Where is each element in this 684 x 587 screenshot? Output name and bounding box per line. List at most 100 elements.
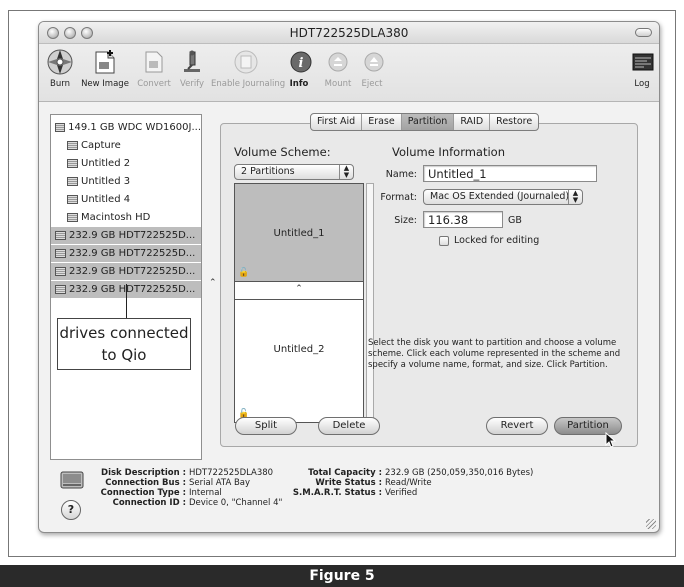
volume-name-field[interactable]: Untitled_1 xyxy=(423,165,597,182)
annotation-line xyxy=(126,284,127,318)
smart-status-value: Verified xyxy=(385,488,418,498)
size-unit: GB xyxy=(508,215,522,226)
mouse-cursor-icon xyxy=(605,432,617,448)
format-label: Format: xyxy=(380,192,417,203)
mount-icon xyxy=(324,48,352,76)
toolbar-enable-journaling-button[interactable]: Enable Journaling xyxy=(211,48,285,89)
volume-item-label: Capture xyxy=(81,140,121,151)
volume-resize-handle[interactable]: ⌃ xyxy=(235,284,363,296)
toolbar-log-label: Log xyxy=(634,79,650,89)
volume-item[interactable]: Macintosh HD xyxy=(51,209,201,226)
svg-text:i: i xyxy=(299,56,304,71)
enable-journaling-icon xyxy=(232,48,260,76)
hard-disk-icon xyxy=(55,285,66,294)
eject-icon xyxy=(360,48,388,76)
toolbar-toggle-button[interactable] xyxy=(635,28,652,37)
toolbar-convert-label: Convert xyxy=(137,79,171,89)
volume-icon xyxy=(67,159,78,168)
toolbar-new-image-button[interactable]: New Image xyxy=(79,48,131,89)
tab-first-aid[interactable]: First Aid xyxy=(311,114,363,130)
hard-disk-icon xyxy=(55,123,66,132)
toolbar-verify-button[interactable]: Verify xyxy=(177,48,207,89)
hard-disk-icon xyxy=(55,249,66,258)
total-capacity-value: 232.9 GB (250,059,350,016 Bytes) xyxy=(385,468,534,478)
hard-disk-icon xyxy=(55,267,66,276)
size-field[interactable]: 116.38 xyxy=(423,211,503,228)
toolbar-mount-label: Mount xyxy=(324,79,352,89)
updown-arrows-icon: ▲ ▼ xyxy=(568,190,582,204)
disk-utility-window: HDT722525DLA380 Burn New Image Convert V… xyxy=(38,21,660,533)
revert-button[interactable]: Revert xyxy=(486,417,548,435)
partition-help-text: Select the disk you want to partition an… xyxy=(368,338,621,370)
toolbar-mount-button[interactable]: Mount xyxy=(324,48,352,89)
toolbar-log-button[interactable]: Log xyxy=(629,48,655,89)
toolbar-eject-button[interactable]: Eject xyxy=(360,48,384,89)
lock-icon: 🔓 xyxy=(238,268,250,278)
delete-button[interactable]: Delete xyxy=(318,417,380,435)
burn-icon xyxy=(46,48,74,76)
volume-scheme-label: Volume Scheme: xyxy=(234,145,331,159)
drive-item-label: 232.9 GB HDT722525D... xyxy=(69,284,196,295)
split-button[interactable]: Split xyxy=(235,417,297,435)
volume-block-1[interactable]: Untitled_1 🔓 xyxy=(235,184,363,282)
toolbar: Burn New Image Convert Verify Enable Jou… xyxy=(39,44,659,102)
size-label: Size: xyxy=(394,215,417,226)
tab-raid[interactable]: RAID xyxy=(454,114,491,130)
window-title: HDT722525DLA380 xyxy=(289,26,409,40)
toolbar-verify-label: Verify xyxy=(179,79,205,89)
volume-block-2[interactable]: Untitled_2 🔓 xyxy=(235,299,363,422)
toolbar-burn-button[interactable]: Burn xyxy=(45,48,75,89)
volume-item-label: Untitled 4 xyxy=(81,194,131,205)
write-status-value: Read/Write xyxy=(385,478,432,488)
smart-status-key: S.M.A.R.T. Status : xyxy=(292,488,382,498)
format-value: Mac OS Extended (Journaled) xyxy=(430,191,570,202)
locked-label: Locked for editing xyxy=(454,235,540,246)
locked-checkbox[interactable] xyxy=(439,236,449,246)
toolbar-info-label: Info xyxy=(289,79,309,89)
log-icon xyxy=(629,48,657,76)
connection-bus-key: Connection Bus : xyxy=(105,478,186,488)
volume-scheme-popup[interactable]: 2 Partitions ▲ ▼ xyxy=(234,164,354,180)
volume-item[interactable]: Untitled 2 xyxy=(51,155,201,172)
format-popup[interactable]: Mac OS Extended (Journaled) ▲ ▼ xyxy=(423,189,583,205)
volume-item[interactable]: Untitled 4 xyxy=(51,191,201,208)
tab-partition[interactable]: Partition xyxy=(401,114,455,130)
hard-disk-icon xyxy=(60,471,84,489)
toolbar-info-button[interactable]: i Info xyxy=(287,48,312,89)
volume-block-2-name: Untitled_2 xyxy=(273,344,325,355)
volume-item[interactable]: Capture xyxy=(51,137,201,154)
volume-item-label: Macintosh HD xyxy=(81,212,151,223)
drive-item[interactable]: 149.1 GB WDC WD1600J... xyxy=(51,119,201,136)
new-image-icon xyxy=(91,48,119,76)
hard-disk-icon xyxy=(55,231,66,240)
convert-icon xyxy=(140,48,168,76)
volume-information-label: Volume Information xyxy=(392,145,505,159)
verify-icon xyxy=(178,48,206,76)
toolbar-burn-label: Burn xyxy=(50,79,70,89)
drive-item-label: 149.1 GB WDC WD1600J... xyxy=(68,122,201,133)
resize-grip[interactable] xyxy=(646,519,656,529)
connection-type-key: Connection Type : xyxy=(100,488,186,498)
figure-caption: Figure 5 xyxy=(0,565,684,587)
tab-bar: First Aid Erase Partition RAID Restore xyxy=(310,113,540,131)
splitter-handle[interactable]: ⌃ xyxy=(209,278,217,288)
volume-item-label: Untitled 2 xyxy=(81,158,131,169)
drive-item[interactable]: 232.9 GB HDT722525D... xyxy=(51,227,201,244)
disk-description-value: HDT722525DLA380 xyxy=(189,468,274,478)
disk-description-key: Disk Description : xyxy=(101,468,186,478)
volume-item[interactable]: Untitled 3 xyxy=(51,173,201,190)
title-bar: HDT722525DLA380 xyxy=(39,22,659,44)
connection-type-value: Internal xyxy=(189,488,222,498)
volume-block-1-name: Untitled_1 xyxy=(273,228,325,239)
help-button[interactable]: ? xyxy=(61,500,81,520)
drive-item[interactable]: 232.9 GB HDT722525D... xyxy=(51,263,201,280)
volume-icon xyxy=(67,177,78,186)
annotation-line1: drives connected xyxy=(59,324,189,342)
toolbar-convert-button[interactable]: Convert xyxy=(135,48,173,89)
disk-info-area: ? Disk Description : HDT722525DLA380 Con… xyxy=(39,462,659,532)
drive-item-label: 232.9 GB HDT722525D... xyxy=(69,248,196,259)
tab-restore[interactable]: Restore xyxy=(490,114,538,130)
tab-erase[interactable]: Erase xyxy=(362,114,402,130)
drive-item[interactable]: 232.9 GB HDT722525D... xyxy=(51,245,201,262)
name-label: Name: xyxy=(385,169,417,180)
